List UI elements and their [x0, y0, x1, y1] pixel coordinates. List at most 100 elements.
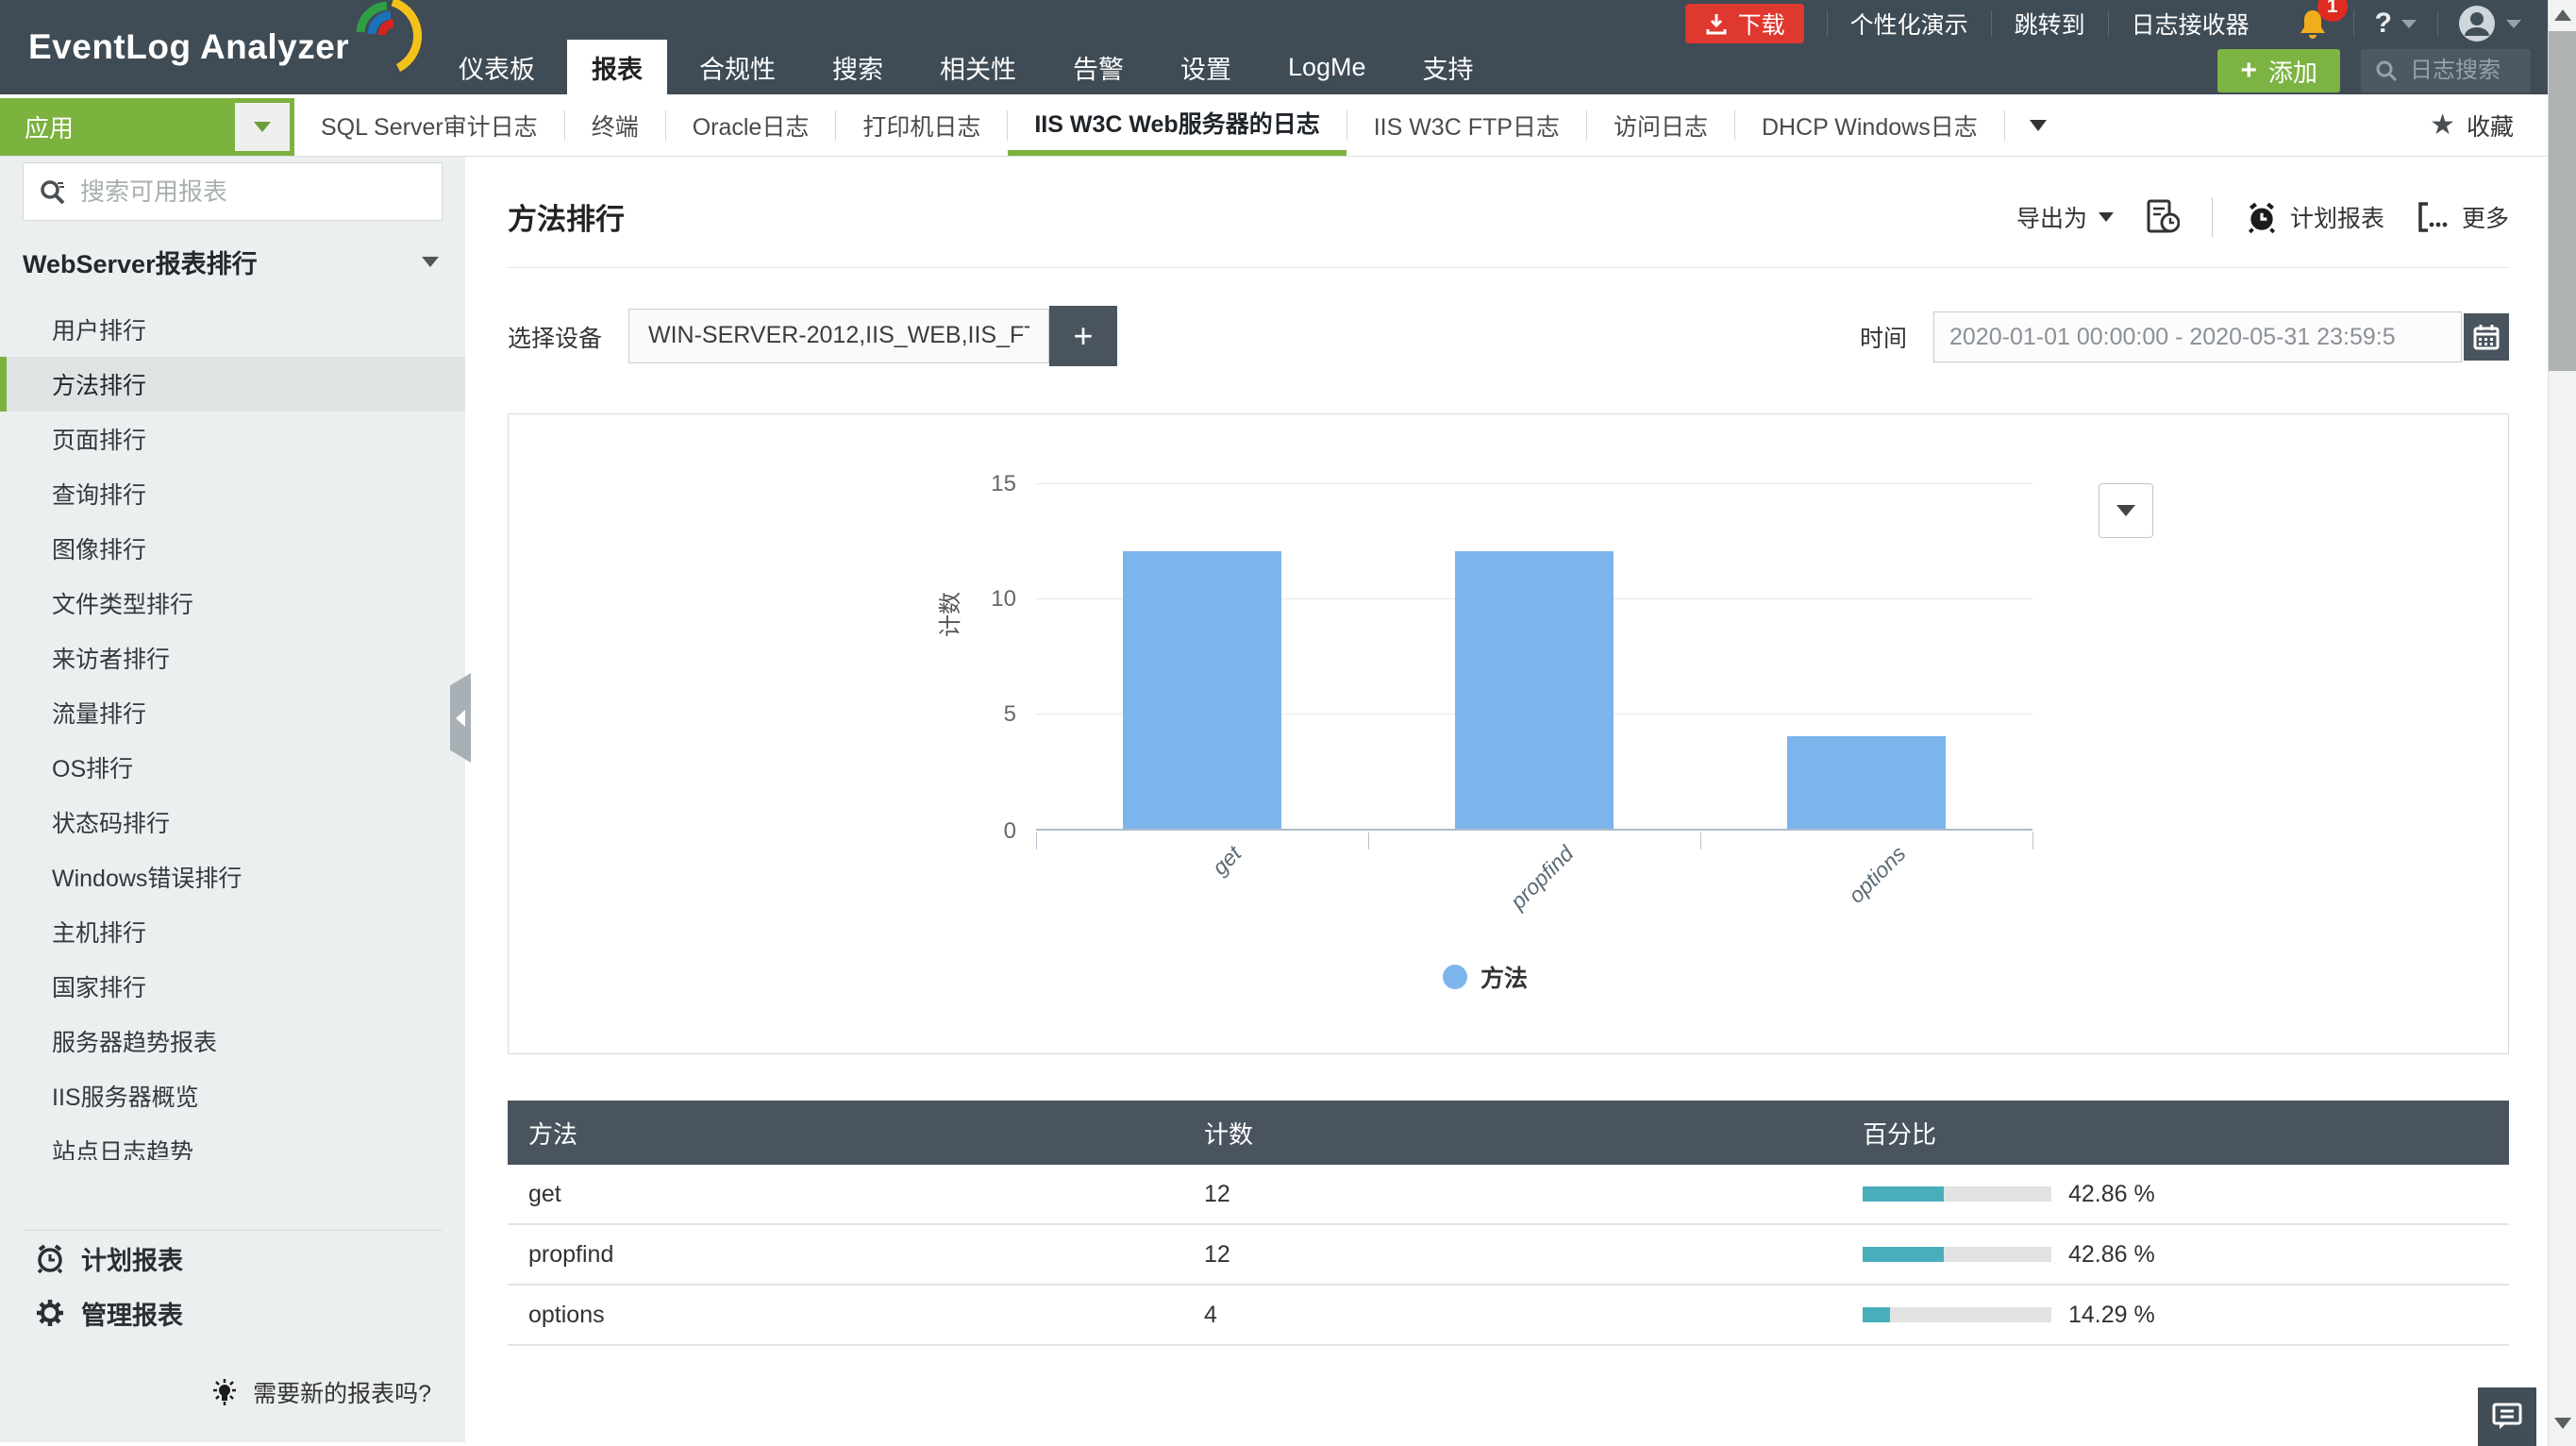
schedule-report-button[interactable]: 计划报表	[2245, 200, 2384, 234]
tab-dhcp-windows[interactable]: DHCP Windows日志	[1735, 94, 2004, 156]
tab-iis-w3c-web[interactable]: IIS W3C Web服务器的日志	[1008, 94, 1346, 156]
notifications-button[interactable]: 1	[2272, 7, 2353, 41]
sidebar-item-countries[interactable]: 国家排行	[0, 959, 465, 1014]
add-device-button[interactable]: +	[1049, 306, 1117, 366]
manage-reports-button[interactable]: 管理报表	[0, 1286, 465, 1340]
topbar: EventLog Analyzer 仪表板 报表 合规性 搜索 相关性 告警 设…	[0, 0, 2576, 94]
more-tabs-dropdown[interactable]	[2005, 94, 2071, 156]
sidebar-item-status-codes[interactable]: 状态码排行	[0, 795, 465, 849]
app-select-dropdown[interactable]: 应用	[0, 98, 294, 156]
chevron-down-icon	[2401, 20, 2417, 28]
user-menu[interactable]	[2438, 4, 2531, 43]
need-new-reports-link[interactable]: 需要新的报表吗?	[0, 1365, 465, 1420]
log-receiver-link[interactable]: 日志接收器	[2109, 7, 2272, 41]
app-logo: EventLog Analyzer	[0, 0, 434, 94]
sidebar-item-site-log-trend[interactable]: 站点日志趋势	[0, 1123, 465, 1160]
tab-oracle-logs[interactable]: Oracle日志	[666, 94, 836, 156]
sidebar-item-file-types[interactable]: 文件类型排行	[0, 576, 465, 631]
tab-sql-server-audit[interactable]: SQL Server审计日志	[294, 94, 564, 156]
report-history-button[interactable]	[2146, 198, 2180, 236]
table-row[interactable]: propfind 12 42.86 %	[508, 1225, 2509, 1286]
log-search-box[interactable]	[2361, 49, 2531, 92]
nav-alerts[interactable]: 告警	[1048, 40, 1148, 94]
tab-iis-w3c-ftp[interactable]: IIS W3C FTP日志	[1347, 94, 1586, 156]
sidebar-item-server-trend[interactable]: 服务器趋势报表	[0, 1014, 465, 1068]
sidebar-item-traffic[interactable]: 流量排行	[0, 685, 465, 740]
sidebar-item-images[interactable]: 图像排行	[0, 521, 465, 576]
nav-compliance[interactable]: 合规性	[675, 40, 800, 94]
export-as-dropdown[interactable]: 导出为	[2016, 200, 2114, 234]
cell-count: 4	[1204, 1302, 1863, 1329]
chart-bar[interactable]	[1787, 736, 1946, 829]
chevron-down-icon	[422, 257, 439, 267]
star-icon: ★	[2430, 109, 2455, 142]
nav-search[interactable]: 搜索	[808, 40, 908, 94]
tab-access-logs[interactable]: 访问日志	[1587, 94, 1734, 156]
sidebar-item-windows-errors[interactable]: Windows错误排行	[0, 849, 465, 904]
x-axis-label: get	[1207, 841, 1246, 881]
nav-correlation[interactable]: 相关性	[915, 40, 1041, 94]
sidebar-item-os[interactable]: OS排行	[0, 740, 465, 795]
tab-terminal[interactable]: 终端	[565, 94, 665, 156]
sidebar-item-users[interactable]: 用户排行	[0, 302, 465, 357]
sidebar-item-iis-overview[interactable]: IIS服务器概览	[0, 1068, 465, 1123]
chevron-down-icon	[2116, 505, 2135, 516]
sidebar-item-visitors[interactable]: 来访者排行	[0, 631, 465, 685]
time-range-input[interactable]	[1933, 311, 2462, 362]
report-tabs: SQL Server审计日志 终端 Oracle日志 打印机日志 IIS W3C…	[294, 94, 2071, 156]
sidebar-item-pages[interactable]: 页面排行	[0, 412, 465, 466]
alarm-clock-icon	[34, 1242, 66, 1274]
chart-bar[interactable]	[1123, 551, 1281, 829]
feedback-chat-button[interactable]	[2478, 1387, 2536, 1446]
scheduled-reports-button[interactable]: 计划报表	[0, 1231, 465, 1286]
progress-fill	[1863, 1186, 1944, 1202]
nav-reports[interactable]: 报表	[567, 40, 667, 94]
nav-logme[interactable]: LogMe	[1263, 40, 1391, 94]
device-input[interactable]	[628, 309, 1049, 363]
help-icon: ?	[2375, 8, 2392, 40]
sidebar-item-methods[interactable]: 方法排行	[0, 357, 465, 412]
table-row[interactable]: get 12 42.86 %	[508, 1165, 2509, 1225]
app-select-caret	[235, 103, 290, 151]
tab-printer-logs[interactable]: 打印机日志	[836, 94, 1007, 156]
calendar-button[interactable]	[2464, 313, 2509, 361]
plus-icon: +	[2240, 55, 2257, 87]
report-search-input[interactable]	[80, 177, 392, 207]
chevron-down-icon	[2030, 120, 2047, 131]
scroll-down-arrow-icon[interactable]	[2554, 1418, 2571, 1429]
sidebar-item-queries[interactable]: 查询排行	[0, 466, 465, 521]
content-area: WebServer报表排行 用户排行 方法排行 页面排行 查询排行 图像排行 文…	[0, 157, 2576, 1442]
nav-settings[interactable]: 设置	[1156, 40, 1256, 94]
download-button[interactable]: 下载	[1685, 4, 1804, 43]
help-menu[interactable]: ?	[2354, 8, 2437, 40]
personalized-demo-link[interactable]: 个性化演示	[1828, 7, 1991, 41]
report-search-box[interactable]	[23, 162, 443, 221]
sidebar: WebServer报表排行 用户排行 方法排行 页面排行 查询排行 图像排行 文…	[0, 157, 465, 1442]
log-search-input[interactable]	[2410, 58, 2514, 84]
percent-bar	[1863, 1307, 2051, 1322]
cell-percent: 42.86 %	[2068, 1181, 2155, 1208]
logo-arcs-icon	[355, 0, 423, 76]
add-button[interactable]: + 添加	[2217, 49, 2340, 92]
cell-method: propfind	[508, 1241, 1204, 1269]
x-axis-tick	[1700, 832, 1701, 849]
scroll-up-arrow-icon[interactable]	[2554, 9, 2571, 21]
table-row[interactable]: options 4 14.29 %	[508, 1286, 2509, 1346]
sidebar-collapse-handle[interactable]	[450, 673, 471, 763]
jump-to-link[interactable]: 跳转到	[1992, 7, 2108, 41]
main-nav: 仪表板 报表 合规性 搜索 相关性 告警 设置 LogMe 支持	[434, 0, 1498, 94]
y-axis-tick: 0	[950, 818, 1016, 845]
legend-label: 方法	[1480, 960, 1528, 994]
nav-support[interactable]: 支持	[1398, 40, 1498, 94]
sidebar-section-webserver[interactable]: WebServer报表排行	[0, 221, 465, 302]
page-scrollbar[interactable]	[2548, 0, 2576, 1446]
chart-legend[interactable]: 方法	[1443, 960, 1528, 994]
more-button[interactable]: 更多	[2417, 200, 2509, 234]
topbar-right: 下载 个性化演示 跳转到 日志接收器 1 ?	[1685, 0, 2576, 94]
chart-bar[interactable]	[1455, 551, 1614, 829]
chart-collapse-button[interactable]	[2099, 483, 2153, 538]
chevron-down-icon	[2099, 212, 2114, 222]
nav-dashboard[interactable]: 仪表板	[434, 40, 560, 94]
scrollbar-thumb[interactable]	[2549, 31, 2576, 371]
sidebar-item-hosts[interactable]: 主机排行	[0, 904, 465, 959]
